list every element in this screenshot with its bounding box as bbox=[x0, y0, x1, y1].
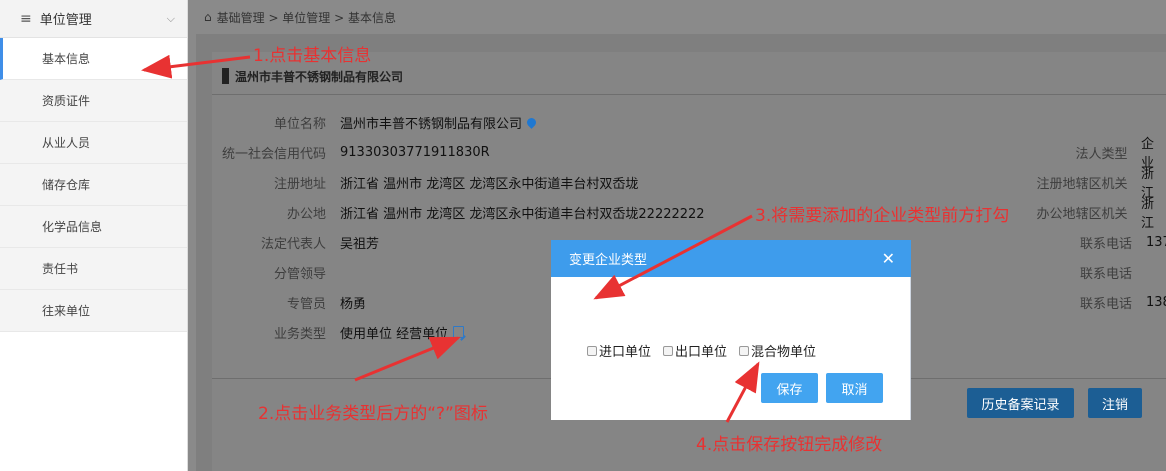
menu-icon: ≡ bbox=[20, 10, 32, 27]
field-row: 法定代表人 吴祖芳 bbox=[212, 233, 380, 252]
checkbox[interactable] bbox=[739, 345, 750, 356]
chevron-down-icon: ⌵ bbox=[166, 11, 175, 25]
option-label: 混合物单位 bbox=[751, 345, 817, 360]
modal-header: 变更企业类型 ✕ bbox=[551, 240, 911, 277]
sidebar-header[interactable]: ≡ 单位管理 ⌵ bbox=[0, 0, 187, 38]
company-title-text: 温州市丰普不锈钢制品有限公司 bbox=[235, 69, 404, 84]
sidebar-item-basic-info[interactable]: 基本信息 bbox=[0, 38, 187, 80]
sidebar-item-staff[interactable]: 从业人员 bbox=[0, 122, 187, 164]
field-row: 办公地 浙江省 温州市 龙湾区 龙湾区永中街道丰台村双岙垅22222222 bbox=[212, 203, 705, 222]
field-label: 办公地辖区机关 bbox=[1036, 206, 1128, 222]
field-row: 法人类型 企业 bbox=[1012, 137, 1166, 171]
field-label: 联系电话 bbox=[1079, 236, 1132, 252]
field-row: 联系电话 137 bbox=[1012, 233, 1166, 252]
annotation-1: 1.点击基本信息 bbox=[253, 46, 372, 66]
field-row: 分管领导 bbox=[212, 263, 340, 282]
title-bar bbox=[222, 68, 229, 84]
field-label: 办公地 bbox=[286, 206, 326, 222]
edit-icon[interactable] bbox=[453, 326, 465, 338]
sidebar-item-label: 化学品信息 bbox=[42, 220, 103, 234]
field-label: 联系电话 bbox=[1079, 296, 1132, 312]
breadcrumb: ⌂ 基础管理 > 单位管理 > 基本信息 bbox=[196, 0, 1166, 34]
sidebar-item-label: 从业人员 bbox=[42, 136, 91, 150]
field-row: 业务类型 使用单位 经营单位 bbox=[212, 323, 465, 342]
field-label: 分管领导 bbox=[273, 266, 326, 282]
divider bbox=[188, 0, 196, 471]
company-title: 温州市丰普不锈钢制品有限公司 bbox=[222, 68, 403, 84]
divider bbox=[212, 94, 1166, 95]
sidebar-item-warehouse[interactable]: 储存仓库 bbox=[0, 164, 187, 206]
annotation-4: 4.点击保存按钮完成修改 bbox=[696, 435, 883, 455]
sidebar: ≡ 单位管理 ⌵ 基本信息 资质证件 从业人员 储存仓库 化学品信息 责任书 往… bbox=[0, 0, 188, 471]
field-value: 浙江省 温州市 龙湾区 龙湾区永中街道丰台村双岙垅 bbox=[340, 176, 639, 192]
field-row: 注册地址 浙江省 温州市 龙湾区 龙湾区永中街道丰台村双岙垅 bbox=[212, 173, 639, 192]
modal-body: 进口单位 出口单位 混合物单位 保存 取消 bbox=[551, 277, 911, 420]
sidebar-item-label: 储存仓库 bbox=[42, 178, 91, 192]
deregister-button[interactable]: 注销 bbox=[1088, 388, 1142, 418]
annotation-2: 2.点击业务类型后方的“?”图标 bbox=[258, 404, 488, 424]
field-value: 91330303771911830R bbox=[340, 144, 490, 160]
field-row: 专管员 杨勇 bbox=[212, 293, 367, 312]
breadcrumb-text: 基础管理 > 单位管理 > 基本信息 bbox=[216, 10, 396, 25]
field-row: 联系电话 bbox=[1012, 263, 1146, 282]
sidebar-item-chemicals[interactable]: 化学品信息 bbox=[0, 206, 187, 248]
field-label: 专管员 bbox=[286, 296, 326, 312]
option-label: 进口单位 bbox=[599, 345, 652, 360]
field-label: 注册地辖区机关 bbox=[1036, 176, 1128, 192]
field-label: 业务类型 bbox=[273, 326, 326, 342]
type-options: 进口单位 出口单位 混合物单位 bbox=[587, 341, 828, 360]
field-row: 办公地辖区机关 浙江 bbox=[1012, 197, 1166, 231]
option-mixture[interactable]: 混合物单位 bbox=[739, 341, 816, 360]
field-value: 吴祖芳 bbox=[340, 236, 380, 252]
home-icon: ⌂ bbox=[204, 10, 212, 24]
field-label: 联系电话 bbox=[1079, 266, 1132, 282]
sidebar-item-partners[interactable]: 往来单位 bbox=[0, 290, 187, 332]
field-label: 法人类型 bbox=[1075, 146, 1128, 162]
checkbox[interactable] bbox=[663, 345, 674, 356]
field-row: 单位名称 温州市丰普不锈钢制品有限公司 bbox=[212, 113, 538, 132]
location-pin-icon[interactable] bbox=[525, 115, 538, 129]
option-export[interactable]: 出口单位 bbox=[663, 341, 727, 360]
field-value: 杨勇 bbox=[340, 296, 367, 312]
history-records-button[interactable]: 历史备案记录 bbox=[967, 388, 1074, 418]
cancel-button[interactable]: 取消 bbox=[826, 373, 883, 403]
sidebar-item-responsibility[interactable]: 责任书 bbox=[0, 248, 187, 290]
sidebar-item-label: 往来单位 bbox=[42, 304, 91, 318]
field-row: 注册地辖区机关 浙江 bbox=[1012, 167, 1166, 201]
annotation-3: 3.将需要添加的企业类型前方打勾 bbox=[755, 206, 1010, 226]
field-value: 浙江 bbox=[1140, 197, 1154, 231]
option-import[interactable]: 进口单位 bbox=[587, 341, 651, 360]
field-label: 注册地址 bbox=[273, 176, 326, 192]
field-value: 温州市丰普不锈钢制品有限公司 bbox=[340, 116, 523, 132]
sidebar-item-label: 资质证件 bbox=[42, 94, 91, 108]
field-value: 使用单位 经营单位 bbox=[340, 326, 449, 342]
option-label: 出口单位 bbox=[675, 345, 728, 360]
field-value: 浙江省 温州市 龙湾区 龙湾区永中街道丰台村双岙垅22222222 bbox=[340, 206, 705, 222]
save-button[interactable]: 保存 bbox=[761, 373, 818, 403]
sidebar-item-label: 责任书 bbox=[42, 262, 79, 276]
sidebar-item-certificates[interactable]: 资质证件 bbox=[0, 80, 187, 122]
checkbox[interactable] bbox=[587, 345, 597, 356]
change-type-modal: 变更企业类型 ✕ 进口单位 出口单位 混合物单位 保存 取消 bbox=[551, 240, 911, 420]
field-label: 单位名称 bbox=[273, 116, 326, 132]
field-label: 统一社会信用代码 bbox=[221, 146, 326, 162]
field-label: 法定代表人 bbox=[260, 236, 326, 252]
field-row: 统一社会信用代码 91330303771911830R bbox=[212, 143, 490, 162]
field-value: 138 bbox=[1146, 294, 1166, 310]
sidebar-item-label: 基本信息 bbox=[42, 52, 91, 66]
modal-title: 变更企业类型 bbox=[569, 253, 648, 268]
field-row: 联系电话 138 bbox=[1012, 293, 1166, 312]
field-value: 137 bbox=[1146, 234, 1166, 250]
sidebar-header-label: 单位管理 bbox=[39, 13, 92, 28]
close-icon[interactable]: ✕ bbox=[882, 249, 895, 268]
